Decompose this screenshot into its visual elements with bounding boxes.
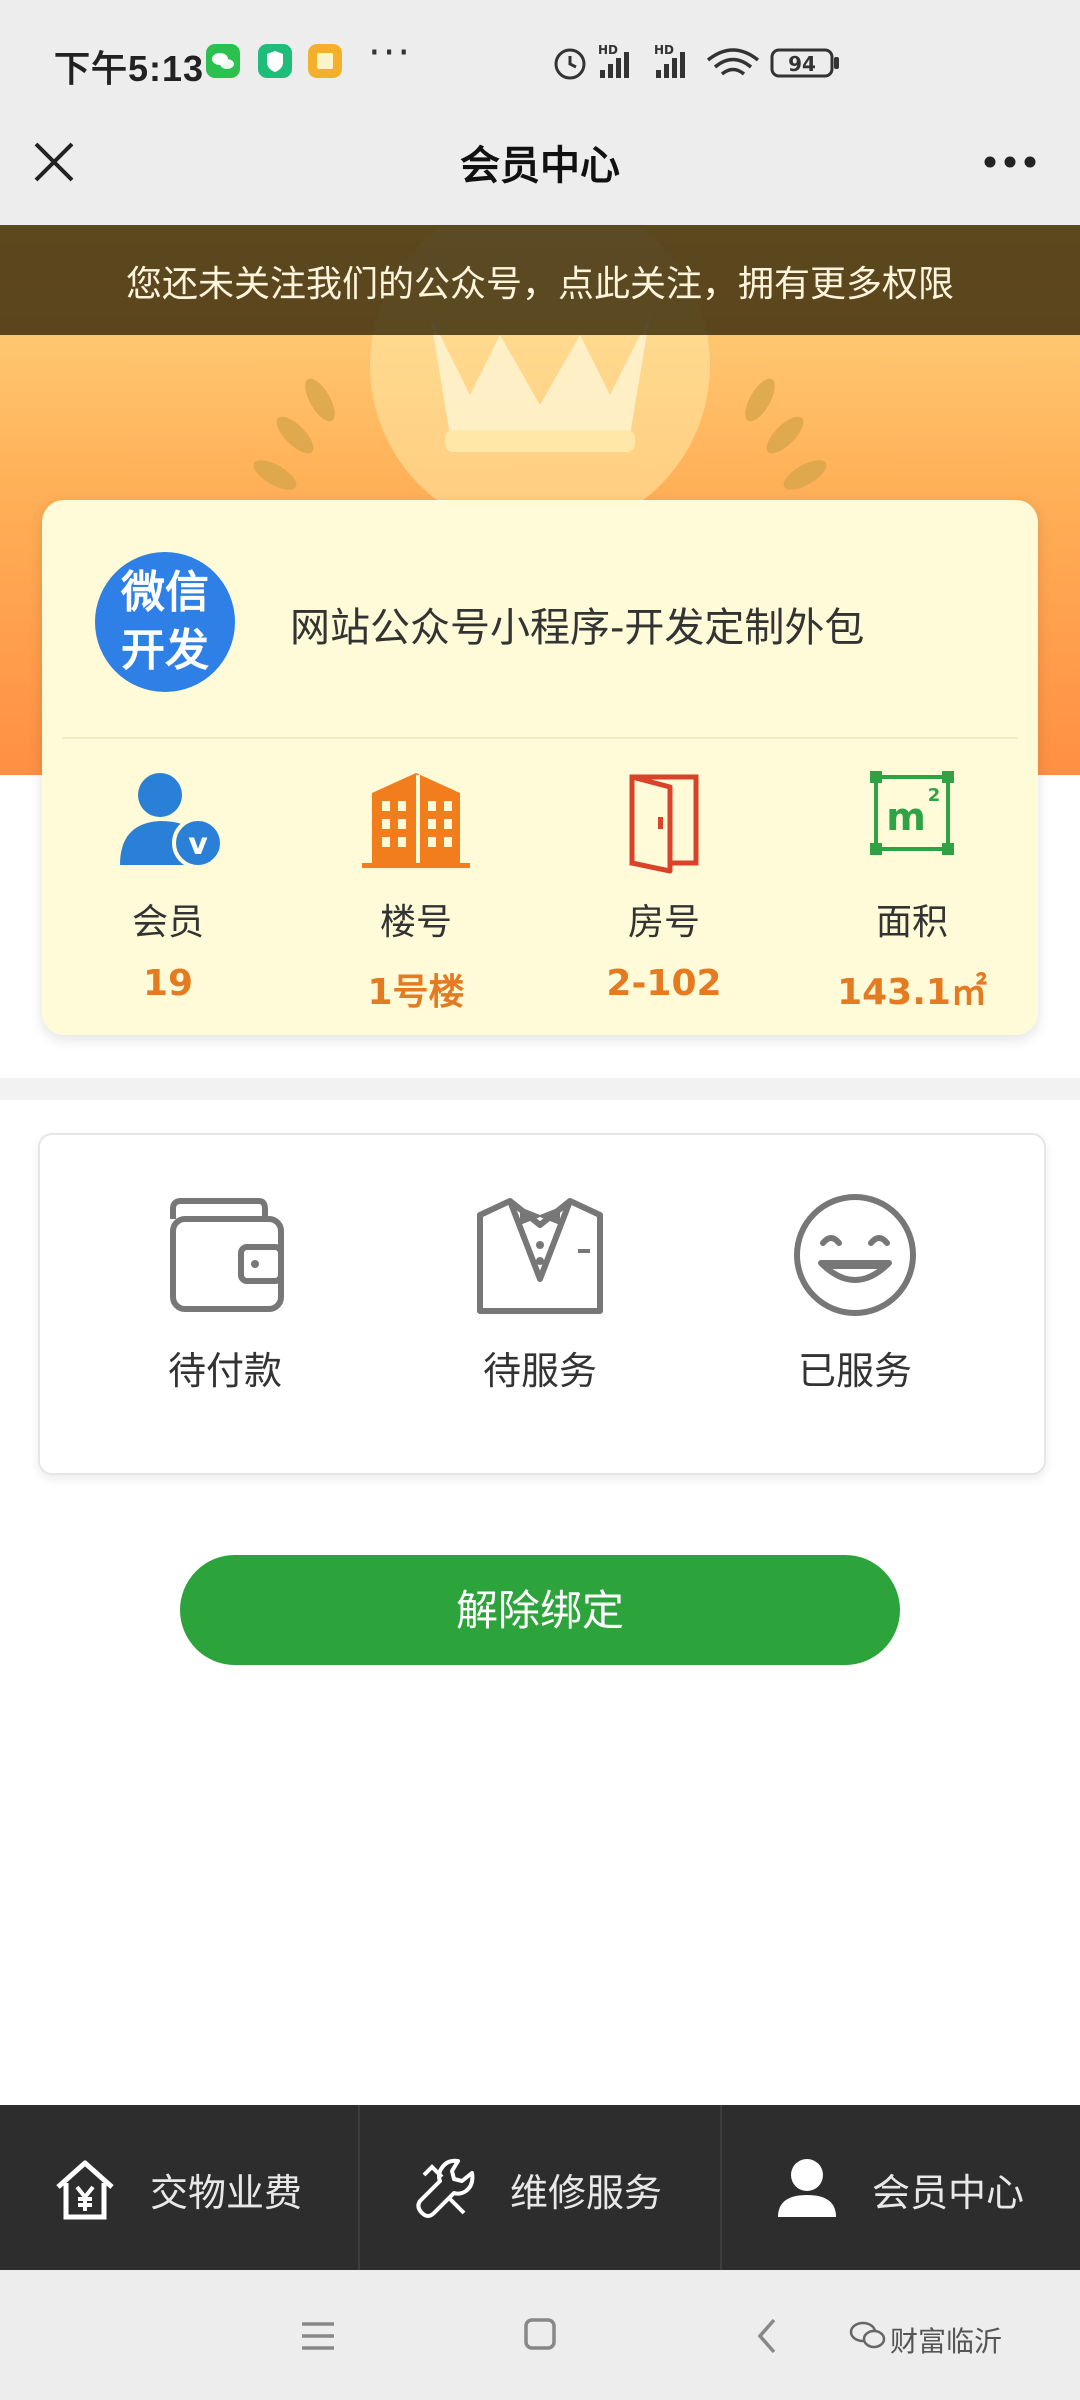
order-label-served[interactable]: 已服务: [705, 1340, 1005, 1395]
stat-value-building: 1号楼: [367, 972, 465, 1013]
notes-app-notification-icon: [308, 44, 342, 78]
card-divider: [62, 737, 1018, 739]
tab-member-center[interactable]: 会员中心: [722, 2105, 1080, 2270]
member-v-icon: v: [48, 765, 288, 875]
close-button[interactable]: [30, 132, 78, 192]
stat-value-area: 143.1㎡: [837, 972, 987, 1013]
section-separator: [0, 1078, 1080, 1100]
logo-line-1: 微信: [121, 567, 209, 618]
follow-notice-text[interactable]: 您还未关注我们的公众号，点此关注，拥有更多权限: [0, 255, 1080, 307]
merchant-name: 网站公众号小程序-开发定制外包: [290, 605, 865, 651]
stat-label-member: 会员: [131, 902, 204, 943]
smiley-icon[interactable]: [705, 1185, 1005, 1325]
svg-text:2: 2: [928, 785, 941, 806]
wechat-watermark-icon: [849, 2321, 886, 2349]
signal-2-icon: HD: [654, 43, 685, 78]
svg-text:v: v: [188, 827, 208, 862]
butler-icon[interactable]: [390, 1185, 690, 1325]
house-yen-icon: [56, 2160, 114, 2220]
battery-level: 94: [788, 52, 816, 76]
alarm-icon: [554, 48, 586, 80]
stat-label-room: 房号: [627, 902, 700, 943]
building-icon: [296, 765, 536, 875]
tab-label-member-center: 会员中心: [872, 2171, 1025, 2215]
home-icon[interactable]: [522, 2316, 558, 2352]
wifi-icon: [706, 48, 760, 76]
wechat-notification-icon: [206, 44, 240, 78]
tab-repair-service[interactable]: 维修服务: [360, 2105, 718, 2270]
svg-text:m: m: [886, 795, 926, 839]
stat-value-member: 19: [142, 963, 194, 1004]
menu-icon[interactable]: [298, 2318, 338, 2354]
more-notifications-icon: ···: [368, 30, 413, 76]
order-label-pending-payment[interactable]: 待付款: [75, 1340, 375, 1395]
user-icon: [778, 2159, 836, 2217]
more-icon: [984, 156, 1036, 168]
close-icon: [34, 142, 74, 182]
shield-app-notification-icon: [258, 44, 292, 78]
status-time: 下午5:13: [54, 48, 205, 89]
svg-text:HD: HD: [654, 43, 674, 57]
door-icon: [544, 765, 784, 875]
stat-label-area: 面积: [875, 902, 948, 943]
logo-line-2: 开发: [121, 625, 209, 676]
svg-text:HD: HD: [598, 43, 618, 57]
wrench-icon: [416, 2158, 475, 2218]
stat-value-room: 2-102: [606, 963, 722, 1004]
wallet-icon[interactable]: [75, 1185, 375, 1325]
area-m2-icon: m 2: [792, 765, 1032, 875]
tab-label-repair-service: 维修服务: [510, 2171, 663, 2215]
watermark-text: 财富临沂: [890, 2325, 1003, 2358]
signal-1-icon: HD: [598, 43, 629, 78]
tab-label-property-fee: 交物业费: [150, 2171, 303, 2215]
stat-label-building: 楼号: [379, 902, 452, 943]
merchant-logo: 微信 开发: [95, 552, 235, 692]
unbind-button[interactable]: 解除绑定: [180, 1555, 900, 1665]
back-icon[interactable]: [752, 2316, 782, 2356]
more-options-button[interactable]: [975, 132, 1045, 192]
tab-property-fee[interactable]: 交物业费: [0, 2105, 358, 2270]
page-title: 会员中心: [460, 143, 620, 189]
order-label-pending-service[interactable]: 待服务: [390, 1340, 690, 1395]
